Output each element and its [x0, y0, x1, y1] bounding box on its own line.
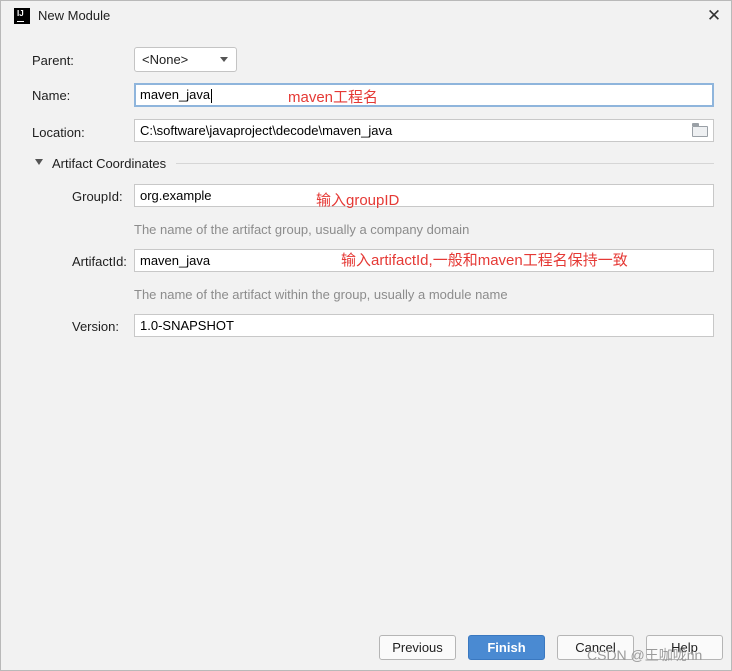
folder-open-icon[interactable]	[692, 123, 708, 137]
name-label: Name:	[32, 88, 71, 103]
groupid-input-value: org.example	[140, 188, 212, 203]
previous-button[interactable]: Previous	[379, 635, 456, 660]
groupid-input[interactable]: org.example	[134, 184, 714, 207]
version-input[interactable]: 1.0-SNAPSHOT	[134, 314, 714, 337]
location-input[interactable]: C:\software\javaproject\decode\maven_jav…	[134, 119, 714, 142]
close-button[interactable]: ✕	[705, 7, 723, 25]
version-input-value: 1.0-SNAPSHOT	[140, 318, 234, 333]
finish-button[interactable]: Finish	[468, 635, 545, 660]
parent-select[interactable]: <None>	[134, 47, 237, 72]
artifact-coordinates-header[interactable]: Artifact Coordinates	[52, 156, 166, 171]
intellij-app-icon: IJ	[14, 8, 30, 24]
new-module-dialog: IJ New Module ✕ Parent: <None> Name: mav…	[0, 0, 732, 671]
location-label: Location:	[32, 125, 85, 140]
groupid-annotation: 输入groupID	[316, 192, 400, 209]
dialog-title: New Module	[38, 8, 111, 23]
section-separator	[176, 163, 714, 164]
title-bar: IJ New Module ✕	[1, 1, 731, 31]
name-input-value: maven_java	[140, 87, 211, 102]
artifactid-hint: The name of the artifact within the grou…	[134, 287, 508, 302]
name-input[interactable]: maven_java	[134, 83, 714, 107]
chevron-down-icon	[220, 57, 228, 62]
triangle-down-icon[interactable]	[35, 159, 43, 165]
version-label: Version:	[72, 319, 119, 334]
parent-select-value: <None>	[142, 52, 189, 67]
location-input-value: C:\software\javaproject\decode\maven_jav…	[140, 123, 393, 138]
parent-label: Parent:	[32, 53, 74, 68]
artifactid-input-value: maven_java	[140, 253, 211, 268]
name-annotation: maven工程名	[288, 89, 379, 106]
csdn-watermark: CSDN @王咖咙nn	[587, 647, 703, 663]
artifactid-label: ArtifactId:	[72, 254, 127, 269]
groupid-label: GroupId:	[72, 189, 123, 204]
text-caret	[211, 88, 213, 103]
groupid-hint: The name of the artifact group, usually …	[134, 222, 470, 237]
artifactid-annotation: 输入artifactId,一般和maven工程名保持一致	[341, 252, 628, 269]
